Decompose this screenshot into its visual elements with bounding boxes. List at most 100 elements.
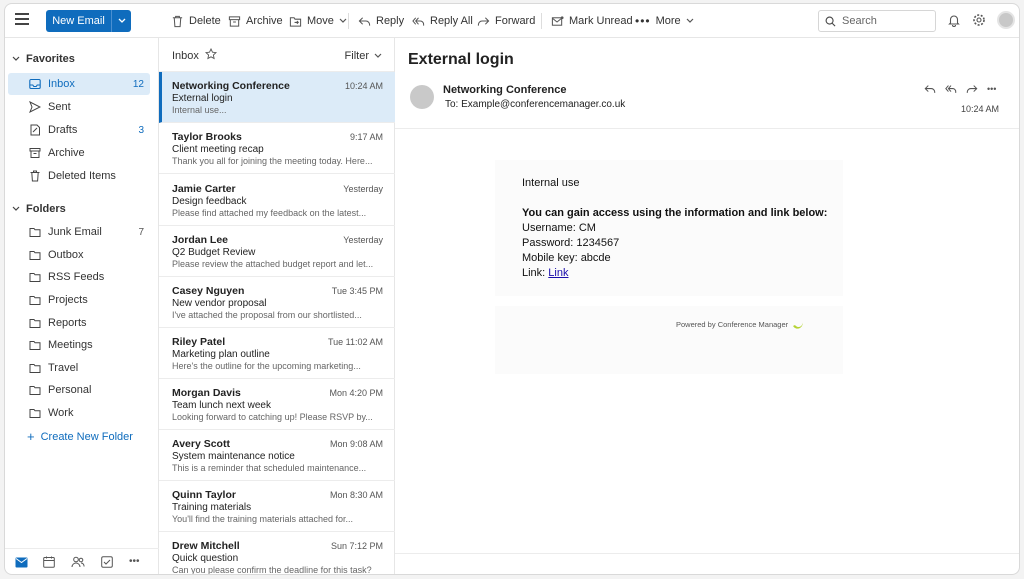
list-item[interactable]: Jordan Lee Yesterday Q2 Budget Review Pl…	[159, 226, 395, 277]
message-list-header: Inbox Filter	[159, 38, 394, 72]
message-subject: Design feedback	[172, 196, 247, 207]
body-link-line: Link: Link	[522, 266, 827, 281]
email-from: Networking Conference	[443, 84, 567, 96]
reply-button[interactable]: Reply	[358, 12, 404, 30]
folders-label: Folders	[26, 203, 66, 215]
sidebar-item-label: Projects	[48, 294, 88, 306]
message-sender: Jordan Lee	[172, 234, 229, 246]
archive-button[interactable]: Archive	[228, 12, 283, 30]
message-preview: Can you please confirm the deadline for …	[172, 565, 372, 575]
sidebar-item-label: Personal	[48, 384, 92, 396]
list-item[interactable]: Casey Nguyen Tue 3:45 PM New vendor prop…	[159, 277, 395, 328]
message-time: 9:17 AM	[349, 132, 383, 142]
reply-all-icon[interactable]	[945, 83, 957, 95]
message-actions: •••	[924, 83, 999, 95]
sidebar-item-projects[interactable]: Projects	[8, 289, 150, 311]
trash-icon	[30, 170, 40, 182]
inbox-icon	[29, 78, 41, 90]
sidebar-item-label: Junk Email	[48, 226, 102, 238]
forward-button[interactable]: Forward	[477, 12, 535, 30]
sidebar-item-rss-feeds[interactable]: RSS Feeds	[8, 266, 150, 288]
tasks-icon[interactable]	[101, 556, 113, 568]
sidebar-item-outbox[interactable]: Outbox	[8, 244, 150, 266]
message-subject: New vendor proposal	[172, 298, 267, 309]
message-sender: Avery Scott	[172, 438, 230, 450]
sidebar-item-personal[interactable]: Personal	[8, 379, 150, 401]
message-time: Tue 11:02 AM	[327, 337, 383, 347]
message-subject: Marketing plan outline	[172, 349, 270, 360]
trash-icon	[172, 15, 183, 27]
folder-icon	[29, 386, 41, 395]
favorites-header[interactable]: Favorites	[12, 52, 75, 66]
forward-icon[interactable]	[966, 83, 978, 95]
message-time: Mon 8:30 AM	[329, 490, 383, 500]
reply-icon[interactable]	[924, 83, 936, 95]
body-mobile-key: Mobile key: abcde	[522, 252, 611, 264]
search-box[interactable]: Search	[818, 10, 936, 32]
email-body: Internal use You can gain access using t…	[522, 176, 827, 281]
user-avatar[interactable]	[997, 11, 1015, 29]
list-item[interactable]: Riley Patel Tue 11:02 AM Marketing plan …	[159, 328, 395, 379]
message-subject: Team lunch next week	[172, 400, 271, 411]
folder-icon	[29, 341, 41, 350]
reply-all-button[interactable]: Reply All	[412, 12, 473, 30]
search-input[interactable]: Search	[842, 15, 877, 27]
sidebar-item-sent[interactable]: Sent	[8, 96, 150, 118]
mark-unread-button[interactable]: Mark Unread	[551, 12, 633, 30]
sidebar-item-meetings[interactable]: Meetings	[8, 334, 150, 356]
calendar-icon[interactable]	[43, 556, 55, 568]
sidebar-item-label: RSS Feeds	[48, 271, 105, 283]
sidebar-item-reports[interactable]: Reports	[8, 312, 150, 334]
body-intro: Internal use	[522, 177, 580, 189]
list-item[interactable]: Drew Mitchell Sun 7:12 PM Quick question…	[159, 532, 395, 575]
search-icon	[825, 16, 836, 26]
create-new-folder-link[interactable]: + Create New Folder	[27, 429, 133, 444]
plus-icon: +	[27, 429, 35, 444]
filter-button[interactable]: Filter	[345, 50, 382, 62]
bell-icon[interactable]	[947, 13, 961, 27]
sidebar-item-work[interactable]: Work	[8, 402, 150, 424]
sidebar-item-inbox[interactable]: Inbox 12	[8, 73, 150, 95]
list-item[interactable]: Jamie Carter Yesterday Design feedback P…	[159, 175, 395, 226]
chevron-down-icon[interactable]	[111, 10, 131, 32]
list-item[interactable]: Taylor Brooks 9:17 AM Client meeting rec…	[159, 123, 395, 174]
menu-icon[interactable]	[15, 13, 29, 27]
chevron-down-icon	[12, 206, 20, 211]
toolbar-divider	[348, 13, 349, 29]
more-options-icon[interactable]: •••	[987, 83, 999, 95]
list-item[interactable]: Networking Conference 10:24 AM External …	[159, 72, 395, 123]
message-preview: Thank you all for joining the meeting to…	[172, 156, 373, 166]
list-item[interactable]: Avery Scott Mon 9:08 AM System maintenan…	[159, 430, 395, 481]
delete-label: Delete	[189, 15, 221, 27]
star-icon[interactable]	[205, 48, 217, 60]
sidebar-item-travel[interactable]: Travel	[8, 357, 150, 379]
message-sender: Drew Mitchell	[172, 540, 240, 552]
message-preview: I've attached the proposal from our shor…	[172, 310, 362, 320]
people-icon[interactable]	[71, 556, 85, 568]
sidebar-item-junk-email[interactable]: Junk Email 7	[8, 221, 150, 243]
gear-icon[interactable]	[972, 13, 986, 27]
message-sender: Networking Conference	[172, 80, 290, 92]
folder-icon	[29, 364, 41, 373]
message-preview: You'll find the training materials attac…	[172, 514, 353, 524]
drafts-count: 3	[138, 124, 144, 136]
message-sender: Taylor Brooks	[172, 131, 242, 143]
forward-label: Forward	[495, 15, 536, 27]
access-link[interactable]: Link	[548, 267, 568, 279]
sidebar-item-label: Archive	[48, 147, 85, 159]
sidebar-item-drafts[interactable]: Drafts 3	[8, 119, 150, 141]
sidebar-item-deleted-items[interactable]: Deleted Items	[8, 165, 150, 187]
reply-label: Reply	[376, 15, 405, 27]
list-item[interactable]: Quinn Taylor Mon 8:30 AM Training materi…	[159, 481, 395, 532]
message-preview: Internal use...	[172, 105, 227, 115]
sidebar-item-archive[interactable]: Archive	[8, 142, 150, 164]
mail-icon[interactable]	[15, 557, 28, 568]
mark-unread-label: Mark Unread	[569, 15, 633, 27]
folders-header[interactable]: Folders	[12, 202, 66, 216]
more-button[interactable]: ••• More	[635, 12, 694, 30]
new-email-button[interactable]: New Email	[46, 10, 131, 32]
delete-button[interactable]: Delete	[171, 12, 221, 30]
move-button[interactable]: Move	[289, 12, 347, 30]
more-apps-icon[interactable]: •••	[129, 556, 140, 567]
list-item[interactable]: Morgan Davis Mon 4:20 PM Team lunch next…	[159, 379, 395, 430]
